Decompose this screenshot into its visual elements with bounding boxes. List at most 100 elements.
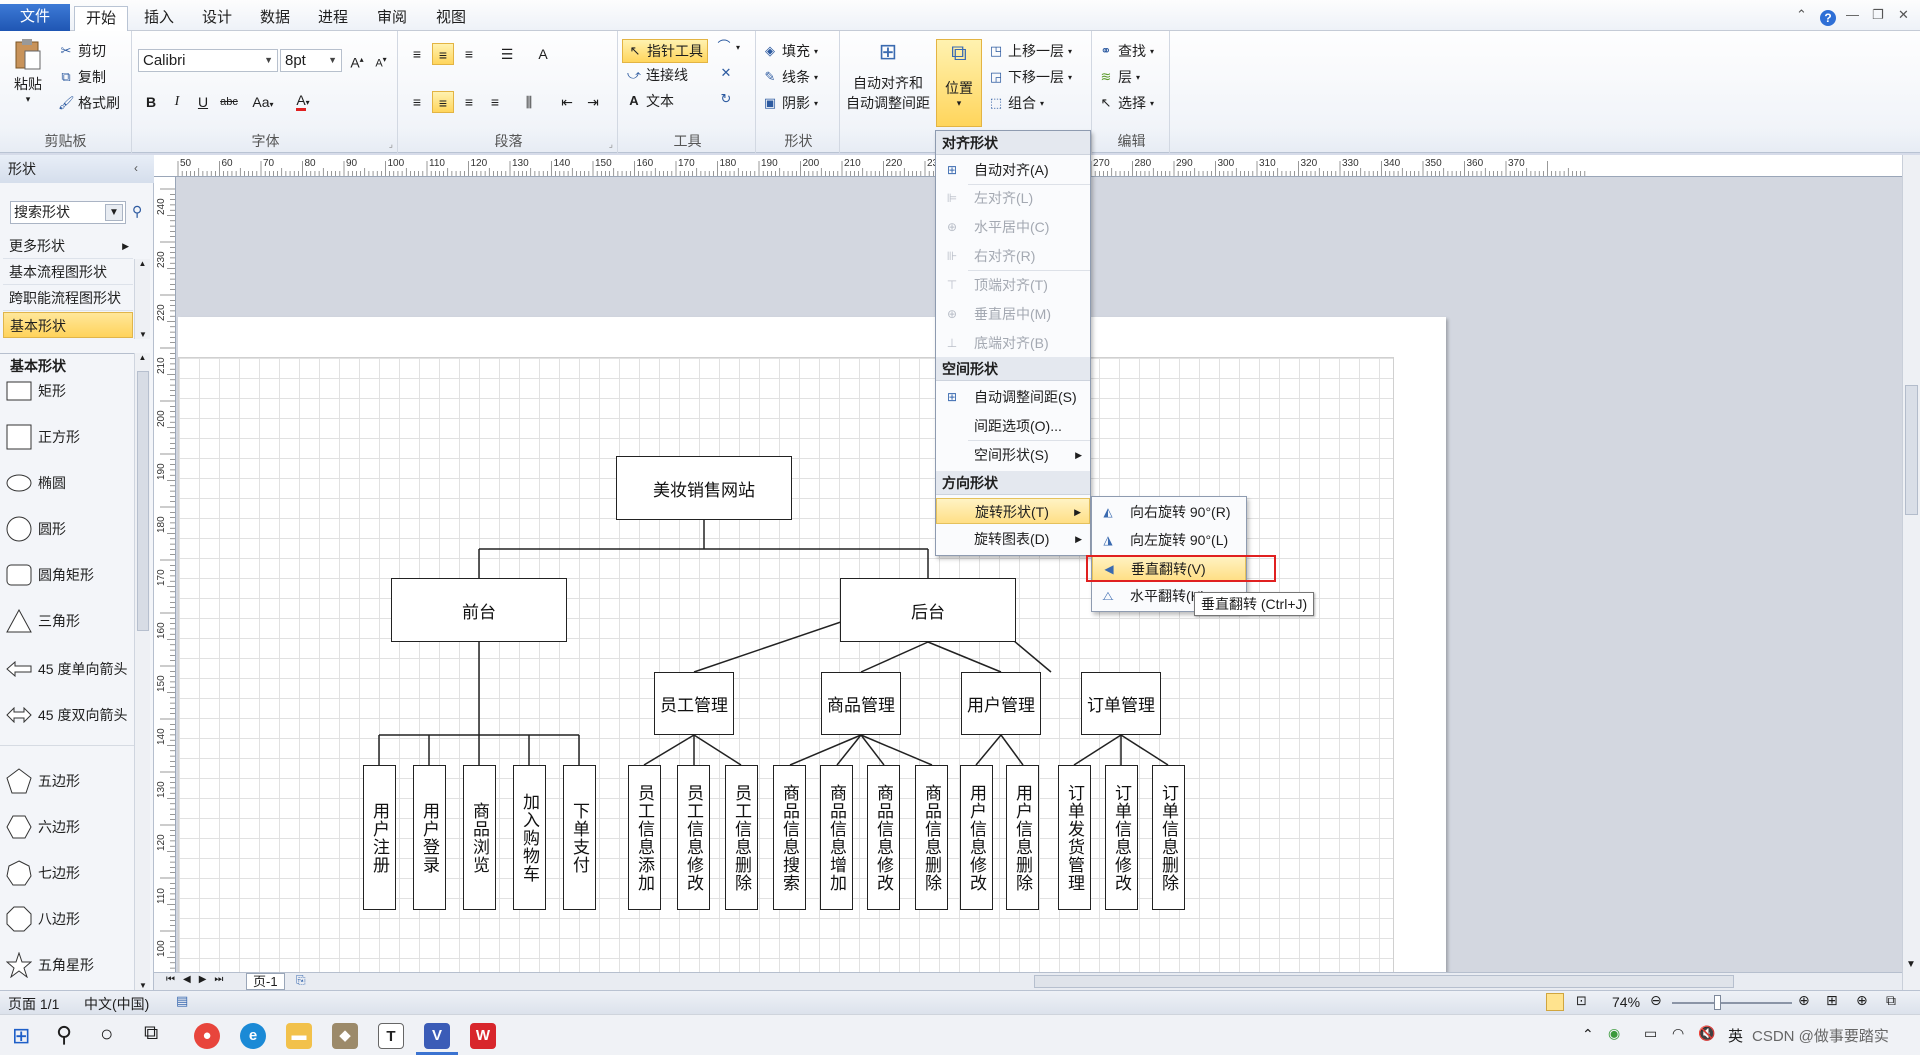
tab-review[interactable]: 审阅: [368, 6, 416, 31]
file-explorer-icon[interactable]: ▬: [286, 1023, 312, 1049]
increase-indent-icon[interactable]: ⇥: [582, 91, 604, 113]
font-name-combo[interactable]: Calibri ▼: [138, 49, 278, 72]
search-icon[interactable]: ⚲: [132, 203, 142, 220]
shape-ellipse[interactable]: 椭圆: [6, 463, 136, 503]
macro-icon[interactable]: ▤: [176, 993, 188, 1009]
diagram-leaf-node[interactable]: 员工信息删除: [725, 765, 758, 910]
diagram-group-node[interactable]: 商品管理: [821, 672, 901, 735]
align-center-icon[interactable]: ≡: [432, 91, 454, 113]
distribute-icon[interactable]: ⫼: [518, 91, 540, 113]
pan-zoom-icon[interactable]: ⊕: [1856, 992, 1868, 1009]
scroll-down-icon[interactable]: ▼: [1906, 959, 1916, 970]
diagram-back-node[interactable]: 后台: [840, 578, 1016, 642]
paste-dropdown-icon[interactable]: ▾: [6, 94, 50, 105]
rotate-tool-button[interactable]: ↻: [718, 91, 734, 107]
menu-rotate-shapes[interactable]: 旋转形状(T) ▶: [936, 498, 1090, 524]
shape-rounded-rectangle[interactable]: 圆角矩形: [6, 555, 136, 595]
task-view-icon[interactable]: ⧉: [144, 1022, 158, 1045]
line-button[interactable]: ✎ 线条 ▾: [762, 67, 818, 87]
diagram-leaf-node[interactable]: 员工信息修改: [677, 765, 710, 910]
dialog-launcher-icon[interactable]: ⌟: [609, 139, 613, 150]
shape-circle[interactable]: 圆形: [6, 509, 136, 549]
bullets-icon[interactable]: ☰: [496, 43, 518, 65]
scroll-up-icon[interactable]: ▲: [135, 353, 150, 362]
fit-page-icon[interactable]: ⊞: [1826, 992, 1838, 1009]
help-icon[interactable]: ?: [1820, 10, 1836, 26]
zoom-slider-thumb[interactable]: [1714, 995, 1721, 1010]
format-painter-button[interactable]: 🖌 格式刷: [58, 93, 120, 113]
close-icon[interactable]: ✕: [1898, 7, 1909, 23]
diagram-leaf-node[interactable]: 商品信息搜索: [773, 765, 806, 910]
scroll-thumb[interactable]: [137, 371, 149, 631]
menu-align-bottom[interactable]: ⊥ 底端对齐(B): [936, 330, 1090, 356]
typora-icon[interactable]: T: [378, 1023, 404, 1049]
paste-button[interactable]: 粘贴 ▾: [6, 37, 50, 105]
diagram-root-node[interactable]: 美妆销售网站: [616, 456, 792, 520]
scroll-down-icon[interactable]: ▼: [135, 330, 151, 339]
switch-windows-icon[interactable]: ⧉: [1886, 992, 1896, 1009]
page-tab[interactable]: 页-1: [246, 973, 285, 990]
diagram-group-node[interactable]: 用户管理: [961, 672, 1041, 735]
auto-align-space-button[interactable]: ⊞ 自动对齐和 自动调整间距: [842, 39, 934, 113]
menu-auto-align[interactable]: ⊞ 自动对齐(A): [936, 157, 1090, 183]
find-button[interactable]: ⚭ 查找 ▾: [1098, 41, 1154, 61]
align-middle-icon[interactable]: ≡: [432, 43, 454, 65]
menu-spacing-options[interactable]: 间距选项(O)...: [936, 413, 1090, 439]
search-icon[interactable]: ⚲: [56, 1022, 72, 1048]
shape-heptagon[interactable]: 七边形: [6, 853, 136, 893]
edge-icon[interactable]: e: [240, 1023, 266, 1049]
shape-45-single-arrow[interactable]: 45 度单向箭头: [6, 647, 136, 691]
menu-align-left[interactable]: ⊫ 左对齐(L): [936, 185, 1090, 211]
diagram-leaf-node[interactable]: 下单支付: [563, 765, 596, 910]
align-bottom-icon[interactable]: ≡: [458, 43, 480, 65]
collapse-panel-icon[interactable]: ‹: [134, 161, 138, 175]
stencil-scrollbar[interactable]: ▲ ▼: [134, 259, 150, 339]
group-button[interactable]: ⬚ 组合 ▾: [988, 93, 1044, 113]
tab-file[interactable]: 文件: [0, 4, 70, 31]
diagram-leaf-node[interactable]: 订单信息修改: [1105, 765, 1138, 910]
diagram-leaf-node[interactable]: 订单发货管理: [1058, 765, 1091, 910]
menu-align-center[interactable]: ⊕ 水平居中(C): [936, 214, 1090, 240]
chrome-icon[interactable]: ●: [194, 1023, 220, 1049]
text-direction-icon[interactable]: A: [532, 43, 554, 65]
bold-button[interactable]: B: [140, 91, 162, 113]
tab-data[interactable]: 数据: [251, 6, 299, 31]
battery-icon[interactable]: ▭: [1644, 1025, 1657, 1042]
diagram-leaf-node[interactable]: 商品信息修改: [867, 765, 900, 910]
align-right-icon[interactable]: ≡: [458, 91, 480, 113]
connector-button[interactable]: ⤻ 连接线: [626, 65, 688, 85]
diagram-leaf-node[interactable]: 商品信息增加: [820, 765, 853, 910]
tray-app-icon[interactable]: ◉: [1608, 1025, 1620, 1042]
chevron-down-icon[interactable]: ▼: [105, 204, 123, 221]
diagram-group-node[interactable]: 员工管理: [654, 672, 734, 735]
menu-rotate-right[interactable]: ◭ 向右旋转 90°(R): [1092, 499, 1246, 525]
diagram-leaf-node[interactable]: 用户信息修改: [960, 765, 993, 910]
stencil-basic-flowchart[interactable]: 基本流程图形状: [3, 259, 133, 285]
app-icon[interactable]: ◆: [332, 1023, 358, 1049]
fill-button[interactable]: ◈ 填充 ▾: [762, 41, 818, 61]
bring-forward-button[interactable]: ◳ 上移一层 ▾: [988, 41, 1072, 61]
diagram-leaf-node[interactable]: 用户登录: [413, 765, 446, 910]
diagram-leaf-node[interactable]: 用户注册: [363, 765, 396, 910]
menu-align-top[interactable]: ⊤ 顶端对齐(T): [936, 272, 1090, 298]
font-size-combo[interactable]: 8pt ▼: [280, 49, 342, 72]
tab-home[interactable]: 开始: [74, 6, 128, 31]
presentation-icon[interactable]: ⊡: [1576, 993, 1587, 1009]
scroll-thumb[interactable]: [1905, 385, 1918, 515]
align-top-icon[interactable]: ≡: [406, 43, 428, 65]
show-hidden-icons-icon[interactable]: ⌃: [1582, 1026, 1594, 1043]
change-case-button[interactable]: Aa▾: [248, 91, 278, 113]
decrease-indent-icon[interactable]: ⇤: [556, 91, 578, 113]
diagram-group-node[interactable]: 订单管理: [1081, 672, 1161, 735]
pointer-tool-button[interactable]: ↖ 指针工具: [622, 39, 708, 63]
connection-point-button[interactable]: ⌒ ▾: [716, 39, 740, 55]
delete-connector-button[interactable]: ✕: [718, 65, 734, 81]
collapse-ribbon-icon[interactable]: ⌃: [1796, 7, 1807, 23]
page-indicator[interactable]: 页面 1/1: [8, 994, 59, 1014]
wps-icon[interactable]: W: [470, 1023, 496, 1049]
full-screen-icon[interactable]: [1546, 993, 1564, 1011]
diagram-leaf-node[interactable]: 商品浏览: [463, 765, 496, 910]
tab-process[interactable]: 进程: [309, 6, 357, 31]
menu-align-right[interactable]: ⊪ 右对齐(R): [936, 243, 1090, 269]
diagram-leaf-node[interactable]: 订单信息删除: [1152, 765, 1185, 910]
